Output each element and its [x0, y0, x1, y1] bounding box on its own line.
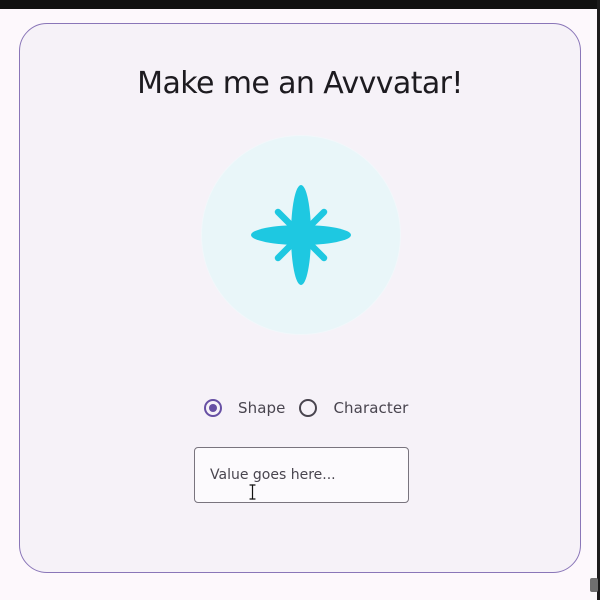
radio-label-character: Character [333, 399, 409, 417]
app-screen: Make me an Avvvatar! Shape Character [0, 0, 600, 600]
mode-radio-group: Shape Character [204, 394, 408, 422]
page-title: Make me an Avvvatar! [137, 66, 463, 101]
radio-button-shape[interactable] [204, 399, 222, 417]
four-petal-flower-icon [251, 185, 351, 285]
radio-button-character[interactable] [299, 399, 318, 417]
scroll-corner-icon [590, 578, 598, 592]
radio-option-shape[interactable]: Shape [204, 399, 285, 417]
text-cursor-icon [249, 484, 256, 500]
avatar-preview [202, 136, 400, 334]
radio-option-character[interactable]: Character [299, 399, 408, 417]
radio-label-shape: Shape [238, 399, 286, 417]
window-top-edge [0, 0, 600, 9]
value-input[interactable] [194, 447, 409, 503]
